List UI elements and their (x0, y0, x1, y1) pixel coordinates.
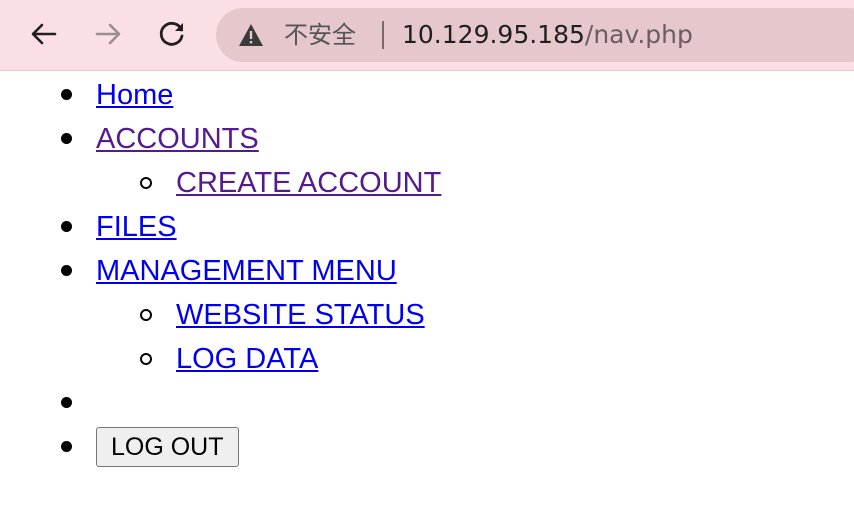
security-status-label[interactable]: 不安全 (284, 19, 356, 51)
list-bullet (61, 397, 72, 408)
address-bar-divider (382, 21, 384, 49)
website-status-link[interactable]: WEBSITE STATUS (176, 298, 425, 332)
reload-button[interactable] (152, 14, 192, 54)
list-bullet-hollow (140, 353, 152, 365)
menu-item-empty (0, 378, 854, 422)
arrow-right-icon (95, 23, 121, 45)
arrow-left-icon (31, 23, 57, 45)
back-button[interactable] (24, 14, 64, 54)
address-bar[interactable]: 不安全 10.129.95.185/nav.php (216, 8, 854, 62)
submenu-item-log-data: LOG DATA (0, 334, 854, 378)
create-account-link[interactable]: CREATE ACCOUNT (176, 166, 441, 200)
management-menu-link[interactable]: MANAGEMENT MENU (96, 254, 397, 288)
files-link[interactable]: FILES (96, 210, 177, 244)
submenu-item-website-status: WEBSITE STATUS (0, 290, 854, 334)
list-bullet (61, 133, 72, 144)
browser-toolbar: 不安全 10.129.95.185/nav.php (0, 0, 854, 71)
home-link[interactable]: Home (96, 78, 173, 112)
url-path: /nav.php (584, 20, 693, 49)
reload-icon (159, 21, 184, 46)
list-bullet (61, 441, 72, 452)
url-host: 10.129.95.185 (402, 20, 585, 49)
list-bullet (61, 221, 72, 232)
list-bullet-hollow (140, 177, 152, 189)
log-data-link[interactable]: LOG DATA (176, 342, 318, 376)
list-bullet-hollow (140, 309, 152, 321)
forward-button[interactable] (88, 14, 128, 54)
list-bullet (61, 89, 72, 100)
menu-item-accounts: ACCOUNTS (0, 114, 854, 158)
page-content: Home ACCOUNTS CREATE ACCOUNT FILES MANAG… (0, 70, 854, 467)
menu-item-files: FILES (0, 202, 854, 246)
logout-button[interactable]: LOG OUT (96, 427, 239, 467)
menu-item-management: MANAGEMENT MENU (0, 246, 854, 290)
menu-item-home: Home (0, 70, 854, 114)
url-text[interactable]: 10.129.95.185/nav.php (402, 19, 693, 51)
menu-item-logout: LOG OUT (0, 422, 854, 467)
accounts-link[interactable]: ACCOUNTS (96, 122, 259, 156)
list-bullet (61, 265, 72, 276)
submenu-item-create-account: CREATE ACCOUNT (0, 158, 854, 202)
warning-triangle-icon[interactable] (238, 23, 264, 47)
nav-menu: Home ACCOUNTS CREATE ACCOUNT FILES MANAG… (0, 70, 854, 467)
